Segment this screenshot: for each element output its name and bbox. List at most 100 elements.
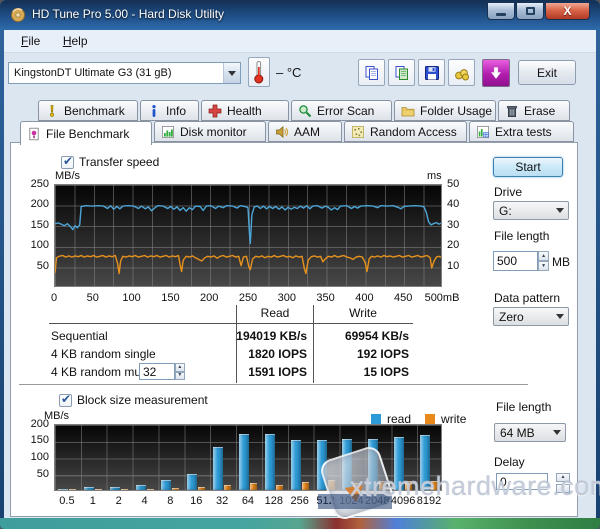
- copy-icon: [364, 65, 380, 81]
- exit-button[interactable]: Exit: [518, 60, 576, 85]
- maximize-button[interactable]: [516, 3, 544, 20]
- chevron-down-icon: [228, 71, 236, 76]
- device-select-arrow[interactable]: [223, 63, 240, 83]
- device-select-value: KingstonDT Ultimate G3 (31 gB): [9, 67, 223, 79]
- sequential-read-value: 194019 KB/s: [236, 329, 307, 343]
- random-multi-read-value: 1591 IOPS: [248, 365, 307, 379]
- copy-button[interactable]: [358, 59, 385, 86]
- error-scan-icon: [298, 104, 312, 118]
- tab-error-scan-label: Error Scan: [317, 104, 374, 118]
- y-tick-bar: 50: [19, 468, 49, 481]
- tab-info-label: Info: [166, 104, 186, 118]
- drive-select-value: G:: [494, 204, 552, 218]
- write-bar: [250, 483, 257, 490]
- menu-file[interactable]: File: [12, 30, 49, 51]
- tab-health-label: Health: [227, 104, 262, 118]
- tab-info[interactable]: Info: [140, 100, 199, 121]
- section-divider: [19, 384, 528, 385]
- tab-file-benchmark[interactable]: File Benchmark: [20, 121, 152, 145]
- tab-random-access-label: Random Access: [370, 125, 457, 139]
- drive-select[interactable]: G:: [493, 201, 569, 220]
- bar-category-label: 32: [209, 495, 235, 507]
- info-icon: [147, 104, 161, 118]
- exit-label: Exit: [537, 66, 557, 80]
- delay-up-button[interactable]: ▲: [556, 473, 570, 482]
- y-tick-left: 50: [19, 260, 49, 273]
- spin-down-icon[interactable]: ▼: [538, 261, 549, 271]
- tab-benchmark-label: Benchmark: [64, 104, 125, 118]
- tab-erase[interactable]: Erase: [498, 100, 570, 121]
- close-button[interactable]: X: [545, 3, 590, 20]
- spin-up-icon[interactable]: ▲: [175, 363, 185, 372]
- delay-field[interactable]: [496, 473, 548, 490]
- delay-label: Delay: [494, 455, 525, 469]
- y-tick-right: 20: [447, 239, 459, 252]
- random-single-read-value: 1820 IOPS: [248, 347, 307, 361]
- tab-extra-tests[interactable]: Extra tests: [469, 121, 574, 142]
- bar-category-label: 2048: [364, 495, 390, 507]
- support-button[interactable]: [448, 59, 475, 86]
- update-button[interactable]: [482, 59, 510, 87]
- column-header-write: Write: [349, 306, 377, 320]
- random-single-write-value: 192 IOPS: [357, 347, 409, 361]
- spin-down-icon[interactable]: ▼: [175, 372, 185, 381]
- x-tick: 400: [355, 292, 373, 305]
- file-benchmark-icon: [27, 127, 41, 141]
- y-tick-right: 50: [447, 178, 459, 191]
- block-size-checkbox[interactable]: ✔: [59, 394, 72, 407]
- bar-category-label: 128: [261, 495, 287, 507]
- bar-category-label: 1: [80, 495, 106, 507]
- checkmark-icon: ✔: [61, 392, 71, 406]
- read-bar: [368, 439, 378, 490]
- data-pattern-select[interactable]: Zero: [493, 307, 569, 326]
- copy-screenshot-button[interactable]: [388, 59, 415, 86]
- file-length2-select[interactable]: 64 MB: [494, 423, 566, 442]
- delay-input[interactable]: [496, 473, 548, 490]
- tab-aam[interactable]: AAM: [268, 121, 342, 142]
- write-bar: [353, 483, 360, 490]
- minimize-button[interactable]: [487, 3, 515, 20]
- tab-random-access[interactable]: Random Access: [344, 121, 467, 142]
- tab-error-scan[interactable]: Error Scan: [291, 100, 392, 121]
- bar-category-label: 16: [183, 495, 209, 507]
- read-bar: [110, 487, 120, 490]
- y-tick-left: 150: [19, 219, 49, 232]
- read-bar: [213, 447, 223, 490]
- delay-down-button[interactable]: ▼: [556, 484, 570, 493]
- spin-up-icon[interactable]: ▲: [538, 251, 549, 261]
- file-benchmark-panel: ✔ Transfer speed MB/s ms Read Write Sequ…: [10, 142, 578, 517]
- x-tick: 50: [87, 292, 99, 305]
- table-divider: [236, 305, 237, 383]
- file-length-input[interactable]: [493, 251, 538, 271]
- file-length-stepper[interactable]: ▲▼: [493, 251, 549, 271]
- menu-help[interactable]: Help: [54, 30, 97, 51]
- x-tick: 450: [394, 292, 412, 305]
- read-bar: [291, 440, 301, 490]
- tab-folder-usage[interactable]: Folder Usage: [394, 100, 496, 121]
- read-bar: [342, 439, 352, 490]
- queue-depth-stepper[interactable]: ▲▼: [139, 363, 185, 380]
- row-label-random-multi: 4 KB random multi: [51, 365, 150, 379]
- bar-group-512: [313, 424, 339, 490]
- tab-benchmark[interactable]: Benchmark: [38, 100, 138, 121]
- temperature-button[interactable]: [248, 57, 270, 87]
- write-bar: [276, 485, 283, 490]
- tab-disk-monitor[interactable]: Disk monitor: [154, 121, 266, 142]
- start-button[interactable]: Start: [493, 157, 563, 177]
- disk-monitor-icon: [161, 125, 175, 139]
- x-tick: 100: [122, 292, 140, 305]
- tab-health[interactable]: Health: [201, 100, 289, 121]
- transfer-speed-checkbox[interactable]: ✔: [61, 156, 74, 169]
- title-bar: HD Tune Pro 5.00 - Hard Disk Utility X: [0, 0, 600, 30]
- queue-depth-input[interactable]: [139, 363, 175, 380]
- start-label: Start: [515, 160, 540, 174]
- read-bar: [187, 474, 197, 491]
- block-size-categories: 0.512481632641282565121024204840968192: [54, 495, 442, 507]
- write-bar: [328, 480, 335, 490]
- benchmark-icon: [45, 104, 59, 118]
- save-button[interactable]: [418, 59, 445, 86]
- device-select[interactable]: KingstonDT Ultimate G3 (31 gB): [8, 62, 241, 84]
- read-bar: [317, 440, 327, 490]
- bar-category-label: 4096: [390, 495, 416, 507]
- write-bar: [172, 488, 179, 490]
